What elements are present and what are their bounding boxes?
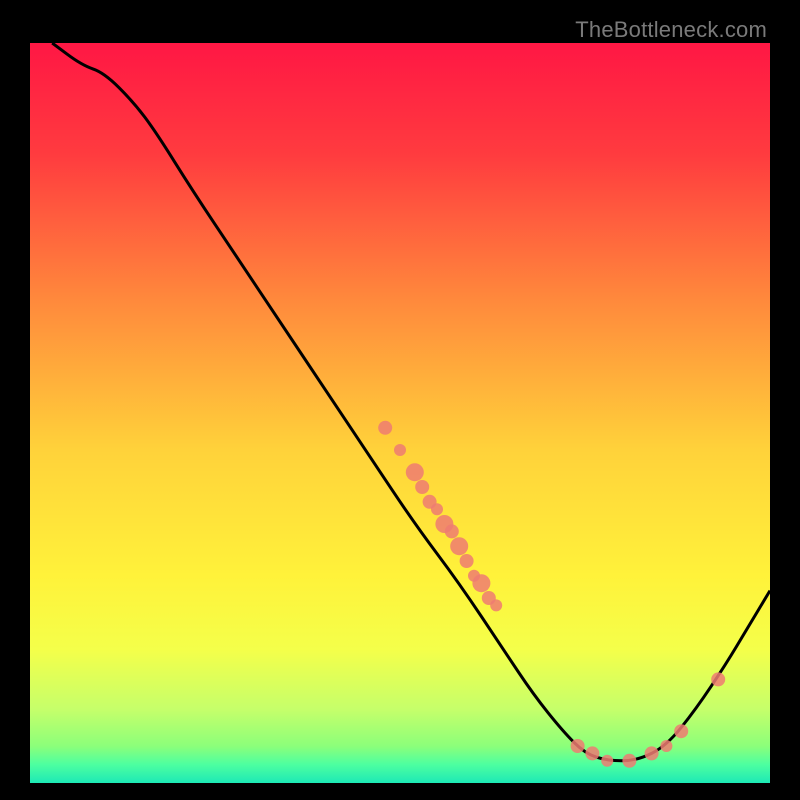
scatter-point [711,672,725,686]
scatter-point [622,754,636,768]
scatter-point [431,503,443,515]
scatter-point [585,746,599,760]
scatter-point [406,463,424,481]
gradient-background [30,43,770,783]
scatter-point [645,746,659,760]
watermark-label: TheBottleneck.com [575,17,767,43]
scatter-point [415,480,429,494]
scatter-point [490,599,502,611]
scatter-point [445,524,459,538]
scatter-point [660,740,672,752]
chart-svg [30,43,770,783]
chart-plot-area [30,43,770,783]
scatter-point [460,554,474,568]
scatter-point [450,537,468,555]
scatter-point [571,739,585,753]
scatter-point [601,755,613,767]
scatter-point [394,444,406,456]
chart-frame: TheBottleneck.com [15,15,785,785]
scatter-point [674,724,688,738]
scatter-point [472,574,490,592]
scatter-point [378,421,392,435]
